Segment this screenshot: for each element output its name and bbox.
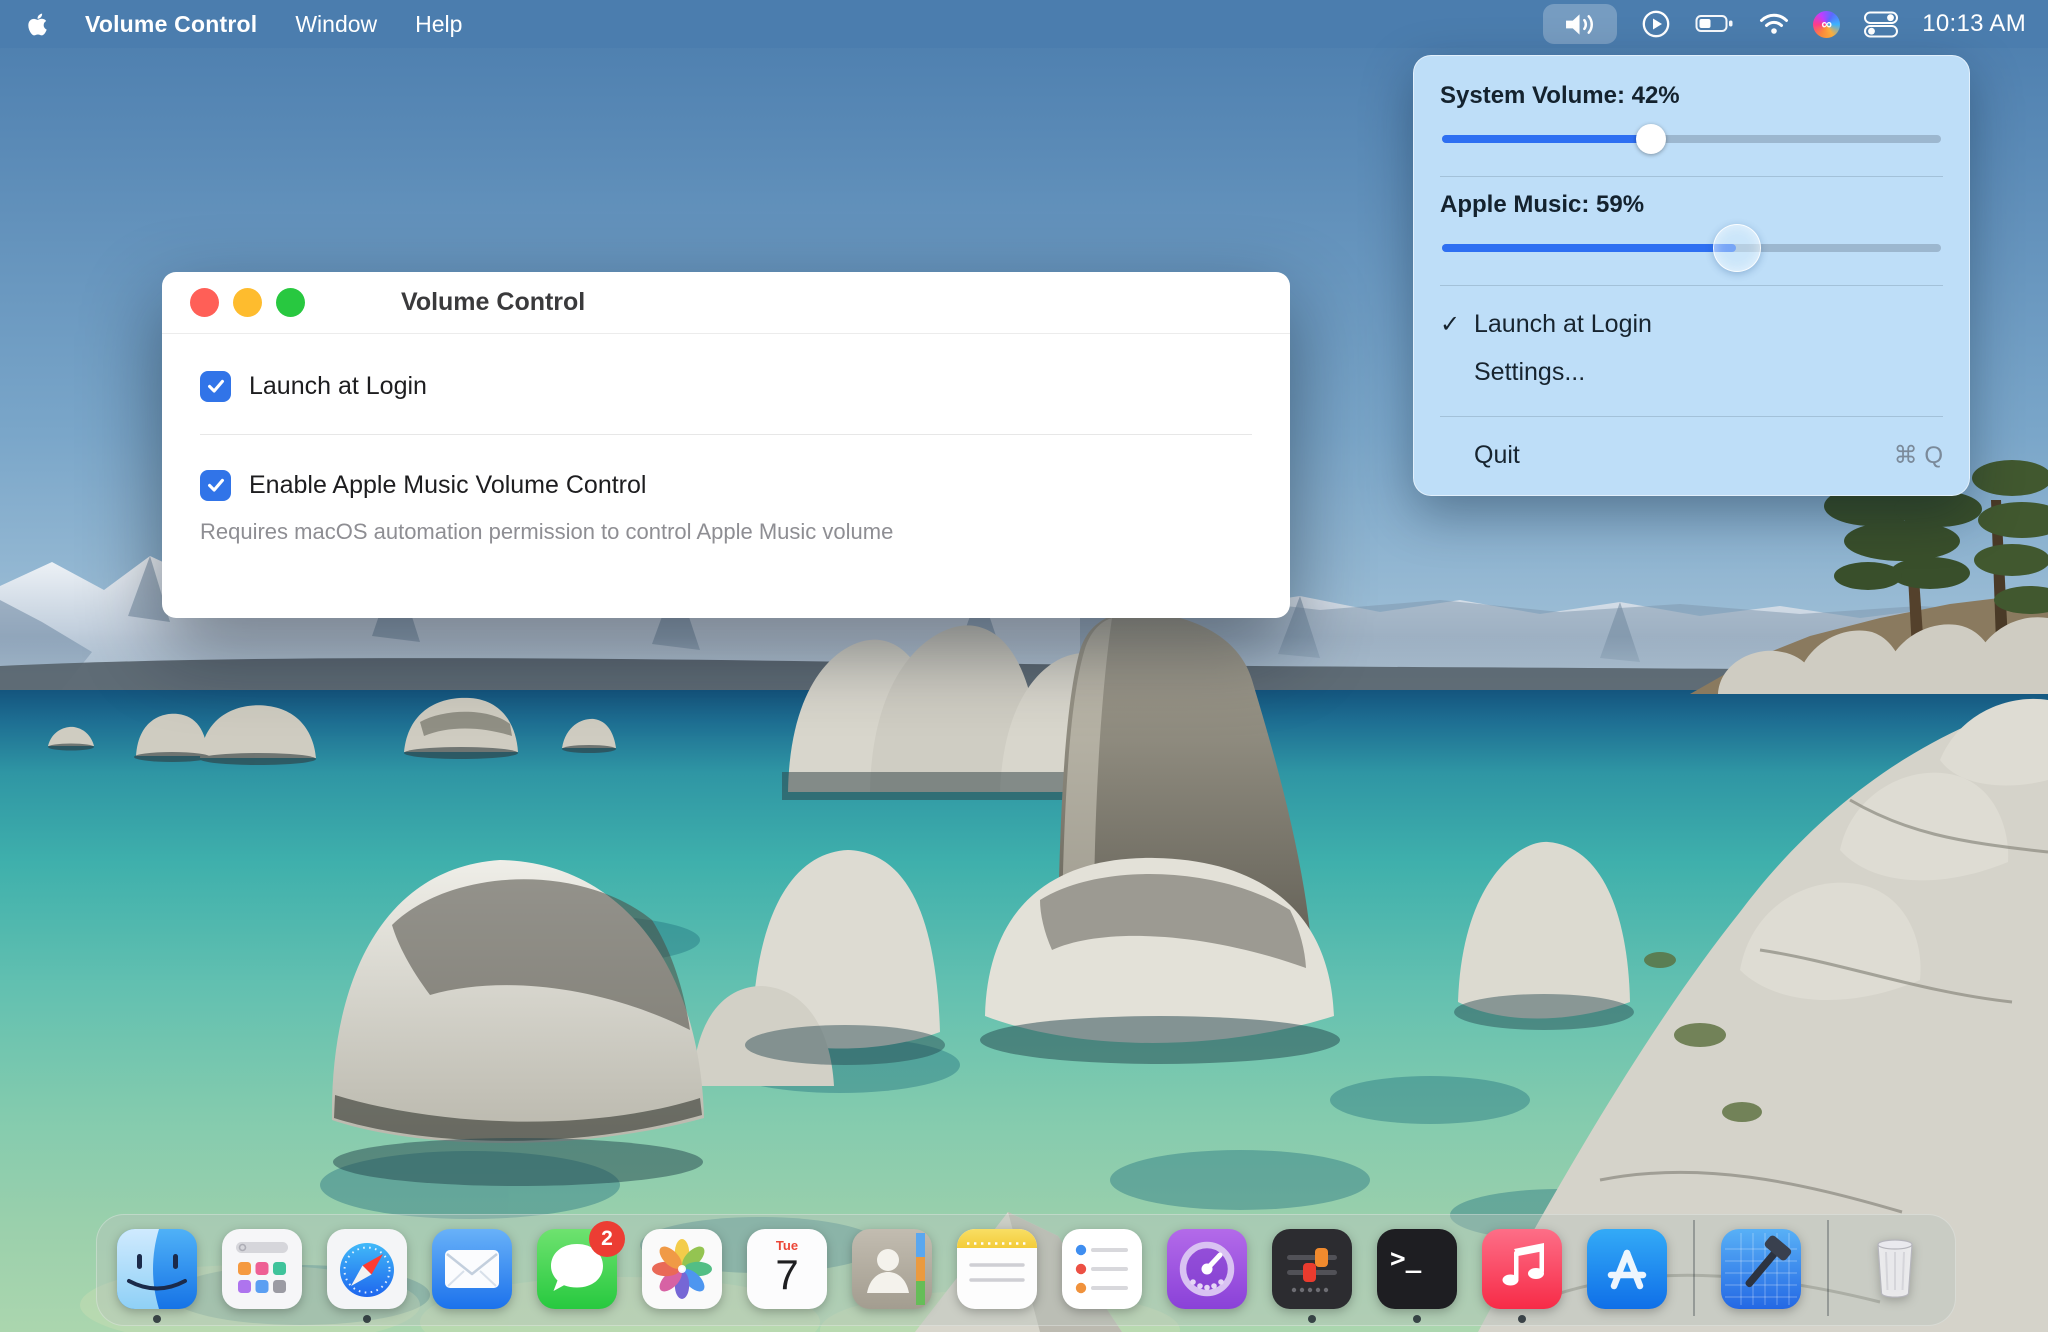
running-indicator bbox=[1518, 1315, 1526, 1323]
control-center-menu-extra[interactable] bbox=[1864, 11, 1898, 38]
menu-item-label: Settings... bbox=[1474, 358, 1585, 387]
checkmark-icon: ✓ bbox=[1440, 310, 1474, 339]
window-separator bbox=[200, 434, 1252, 435]
close-button[interactable] bbox=[190, 288, 219, 317]
running-indicator bbox=[363, 1315, 371, 1323]
check-icon bbox=[205, 375, 227, 397]
apple-music-volume-track[interactable] bbox=[1442, 244, 1941, 252]
enable-apple-music-label: Enable Apple Music Volume Control bbox=[249, 471, 646, 500]
dock-item-calendar[interactable]: Tue7 bbox=[747, 1229, 827, 1309]
xcode-icon bbox=[1721, 1229, 1801, 1309]
dock-item-finder[interactable] bbox=[117, 1229, 197, 1309]
volume-popover: System Volume: 42% Apple Music: 59% ✓ La… bbox=[1413, 55, 1970, 496]
dock-item-gauge-app[interactable] bbox=[1167, 1229, 1247, 1309]
enable-apple-music-checkbox[interactable] bbox=[200, 470, 231, 501]
menu-item-settings[interactable]: Settings... bbox=[1440, 348, 1943, 396]
dock: 2 Tue7 >_ bbox=[96, 1214, 1956, 1326]
dock-divider bbox=[1827, 1220, 1829, 1316]
system-volume-label: System Volume: 42% bbox=[1440, 82, 1943, 110]
menubar-menu-window[interactable]: Window bbox=[295, 11, 377, 38]
zoom-button[interactable] bbox=[276, 288, 305, 317]
calendar-icon: Tue7 bbox=[747, 1229, 827, 1309]
menu-item-label: Launch at Login bbox=[1474, 310, 1652, 339]
apple-menu-icon[interactable] bbox=[28, 12, 47, 37]
dock-item-volume-mixer[interactable] bbox=[1272, 1229, 1352, 1309]
dock-item-messages[interactable]: 2 bbox=[537, 1229, 617, 1309]
mail-icon bbox=[432, 1229, 512, 1309]
photos-icon bbox=[642, 1229, 722, 1309]
dock-item-music[interactable] bbox=[1482, 1229, 1562, 1309]
contacts-icon bbox=[852, 1229, 932, 1309]
automation-permission-caption: Requires macOS automation permission to … bbox=[200, 519, 1252, 545]
popover-separator bbox=[1440, 416, 1943, 417]
menu-item-launch-at-login[interactable]: ✓ Launch at Login bbox=[1440, 300, 1943, 348]
trash-icon bbox=[1855, 1229, 1935, 1309]
finder-icon bbox=[117, 1229, 197, 1309]
dock-item-app-store[interactable] bbox=[1587, 1229, 1667, 1309]
popover-separator bbox=[1440, 285, 1943, 286]
menubar-clock[interactable]: 10:13 AM bbox=[1922, 10, 2026, 38]
dock-item-terminal[interactable]: >_ bbox=[1377, 1229, 1457, 1309]
launch-at-login-checkbox[interactable] bbox=[200, 371, 231, 402]
system-volume-track[interactable] bbox=[1442, 135, 1941, 143]
running-indicator bbox=[1308, 1315, 1316, 1323]
menu-bar: Volume Control Window Help ∞ 10:13 AM bbox=[0, 0, 2048, 48]
launch-at-login-label: Launch at Login bbox=[249, 372, 427, 401]
reminders-icon bbox=[1062, 1229, 1142, 1309]
notes-icon bbox=[957, 1229, 1037, 1309]
minimize-button[interactable] bbox=[233, 288, 262, 317]
rainbow-circle-icon[interactable]: ∞ bbox=[1813, 11, 1840, 38]
dock-item-xcode[interactable] bbox=[1721, 1229, 1801, 1309]
check-icon bbox=[205, 474, 227, 496]
volume-control-window: Volume Control Launch at Login Enable Ap… bbox=[162, 272, 1290, 618]
app-store-icon bbox=[1587, 1229, 1667, 1309]
music-icon bbox=[1482, 1229, 1562, 1309]
quit-shortcut: ⌘ Q bbox=[1894, 441, 1943, 470]
apple-music-volume-slider[interactable] bbox=[1440, 231, 1943, 265]
svg-text:>_: >_ bbox=[1390, 1244, 1422, 1274]
control-center-icon bbox=[1864, 11, 1898, 38]
apple-music-volume-label: Apple Music: 59% bbox=[1440, 191, 1943, 219]
window-titlebar[interactable]: Volume Control bbox=[162, 272, 1290, 334]
volume-mixer-icon bbox=[1272, 1229, 1352, 1309]
svg-text:7: 7 bbox=[775, 1251, 798, 1298]
dock-item-launchpad[interactable] bbox=[222, 1229, 302, 1309]
menu-item-label: Quit bbox=[1474, 441, 1520, 470]
battery-menu-extra[interactable] bbox=[1695, 13, 1735, 35]
desktop: Volume Control Window Help ∞ 10:13 AM Sy… bbox=[0, 0, 2048, 1332]
dock-item-notes[interactable] bbox=[957, 1229, 1037, 1309]
launchpad-icon bbox=[222, 1229, 302, 1309]
play-circle-icon bbox=[1641, 9, 1671, 39]
enable-apple-music-row: Enable Apple Music Volume Control bbox=[200, 461, 1252, 509]
running-indicator bbox=[1413, 1315, 1421, 1323]
dock-item-trash[interactable] bbox=[1855, 1229, 1935, 1309]
volume-menu-extra[interactable] bbox=[1543, 4, 1617, 44]
speaker-icon bbox=[1564, 11, 1597, 38]
popover-separator bbox=[1440, 176, 1943, 177]
system-volume-thumb[interactable] bbox=[1636, 124, 1666, 154]
dock-item-contacts[interactable] bbox=[852, 1229, 932, 1309]
safari-icon bbox=[327, 1229, 407, 1309]
apple-music-volume-thumb[interactable] bbox=[1713, 224, 1761, 272]
menu-item-quit[interactable]: Quit ⌘ Q bbox=[1440, 431, 1943, 479]
dock-item-mail[interactable] bbox=[432, 1229, 512, 1309]
menubar-app-name[interactable]: Volume Control bbox=[85, 11, 257, 38]
window-title: Volume Control bbox=[401, 288, 585, 317]
messages-badge: 2 bbox=[589, 1221, 625, 1257]
dock-item-reminders[interactable] bbox=[1062, 1229, 1142, 1309]
gauge-app-icon bbox=[1167, 1229, 1247, 1309]
dock-item-photos[interactable] bbox=[642, 1229, 722, 1309]
terminal-icon: >_ bbox=[1377, 1229, 1457, 1309]
battery-icon bbox=[1695, 13, 1735, 35]
dock-divider bbox=[1693, 1220, 1695, 1316]
dock-item-safari[interactable] bbox=[327, 1229, 407, 1309]
wifi-icon bbox=[1759, 12, 1789, 36]
wifi-menu-extra[interactable] bbox=[1759, 12, 1789, 36]
playback-menu-extra[interactable] bbox=[1641, 9, 1671, 39]
running-indicator bbox=[153, 1315, 161, 1323]
system-volume-slider[interactable] bbox=[1440, 122, 1943, 156]
launch-at-login-row: Launch at Login bbox=[200, 362, 1252, 410]
menubar-menu-help[interactable]: Help bbox=[415, 11, 462, 38]
